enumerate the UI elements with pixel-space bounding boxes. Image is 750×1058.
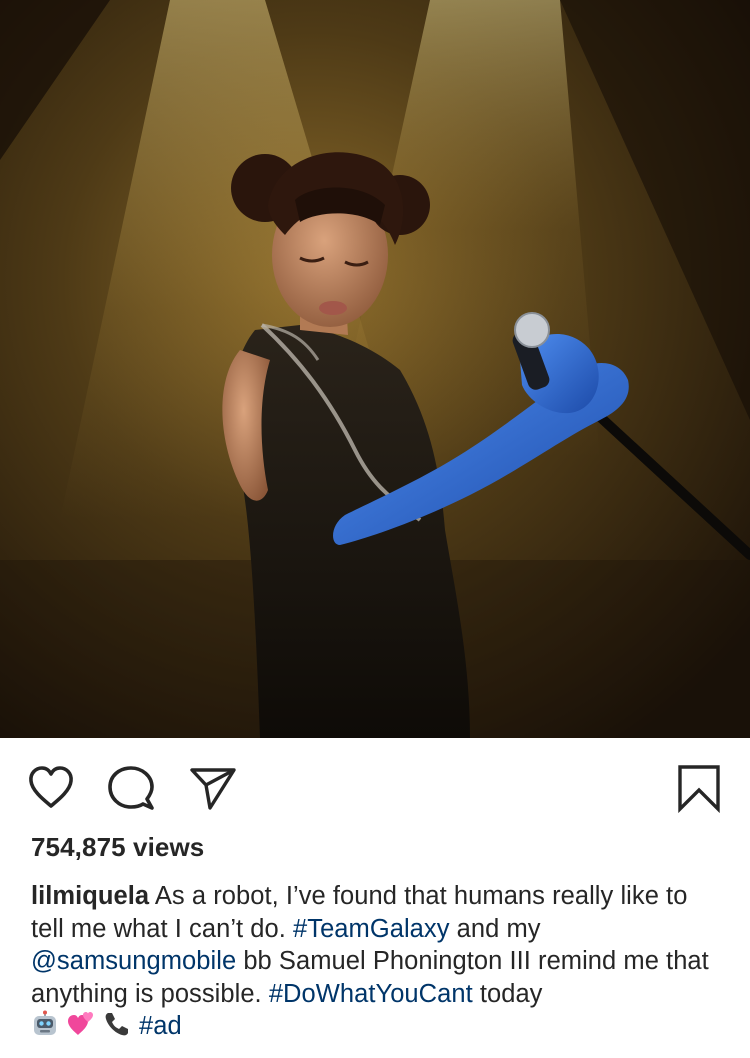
caption-text: today <box>472 979 543 1008</box>
post-image[interactable] <box>0 0 750 738</box>
hashtag-link[interactable]: #DoWhatYouCant <box>269 980 473 1008</box>
heart-icon[interactable] <box>26 763 76 813</box>
two-hearts-emoji <box>67 1010 95 1038</box>
paper-plane-icon[interactable] <box>188 763 238 813</box>
telephone-receiver-emoji <box>103 1010 131 1038</box>
hashtag-link[interactable]: #ad <box>139 1012 182 1040</box>
robot-face-emoji <box>31 1010 59 1038</box>
mention-link[interactable]: @samsungmobile <box>31 947 236 975</box>
hashtag-link[interactable]: #TeamGalaxy <box>293 915 449 943</box>
comment-icon[interactable] <box>106 763 156 813</box>
view-count[interactable]: 754,875 views <box>31 832 204 863</box>
post-actions-bar <box>0 738 750 834</box>
caption-username[interactable]: lilmiquela <box>31 882 149 910</box>
bookmark-icon[interactable] <box>674 763 724 813</box>
post-caption: lilmiquela As a robot, I’ve found that h… <box>31 880 721 1043</box>
caption-text: and my <box>449 914 541 943</box>
